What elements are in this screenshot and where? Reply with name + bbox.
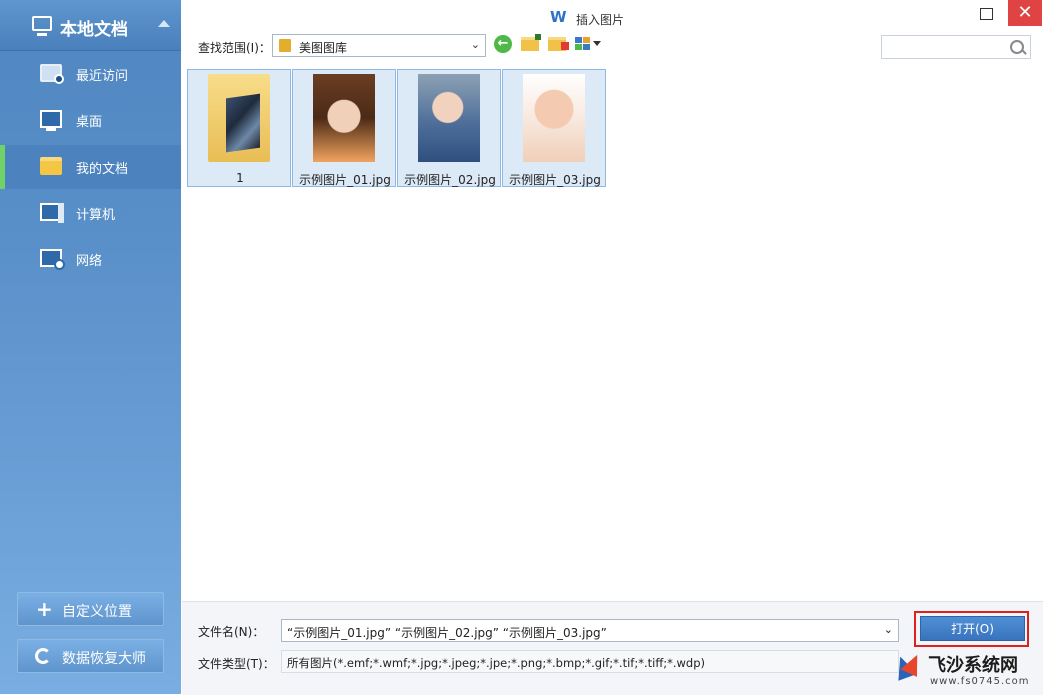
- filename-value: “示例图片_01.jpg” “示例图片_02.jpg” “示例图片_03.jpg…: [287, 626, 607, 640]
- file-name: 示例图片_03.jpg: [509, 173, 601, 187]
- network-icon: [40, 249, 65, 270]
- chevron-down-icon[interactable]: ⌄: [884, 623, 893, 636]
- view-dropdown-arrow-icon[interactable]: [593, 41, 601, 46]
- image-thumbnail: [523, 74, 585, 162]
- view-menu-icon[interactable]: [575, 37, 591, 51]
- image-thumbnail: [418, 74, 480, 162]
- recent-folder-icon: [40, 64, 64, 84]
- sidebar-title: 本地文档: [60, 20, 128, 40]
- filetype-select[interactable]: 所有图片(*.emf;*.wmf;*.jpg;*.jpeg;*.jpe;*.pn…: [281, 650, 899, 673]
- back-icon[interactable]: ←: [494, 35, 512, 53]
- watermark-logo-icon: [890, 650, 926, 684]
- collapse-arrow-icon[interactable]: [158, 20, 170, 27]
- file-name: 1: [236, 171, 244, 185]
- sidebar-item-network[interactable]: 网络: [0, 237, 181, 281]
- window-title: 插入图片: [576, 13, 625, 27]
- file-item-image[interactable]: 示例图片_01.jpg: [292, 69, 396, 187]
- monitor-icon: [32, 16, 52, 36]
- search-input[interactable]: [881, 35, 1031, 59]
- sidebar-item-desktop[interactable]: 桌面: [0, 98, 181, 142]
- recovery-icon: [35, 648, 51, 664]
- filename-field[interactable]: “示例图片_01.jpg” “示例图片_02.jpg” “示例图片_03.jpg…: [281, 619, 899, 642]
- close-button[interactable]: ✕: [1008, 0, 1042, 26]
- sidebar-item-label: 我的文档: [76, 162, 129, 177]
- active-indicator: [0, 145, 5, 189]
- search-field[interactable]: [885, 38, 1009, 58]
- maximize-button[interactable]: [970, 2, 1004, 28]
- image-thumbnail: [313, 74, 375, 162]
- look-in-label: 查找范围(I)：: [198, 41, 271, 55]
- title-bar: W 插入图片 ✕: [182, 0, 1043, 32]
- up-folder-icon[interactable]: [521, 34, 541, 51]
- file-list: 1 示例图片_01.jpg 示例图片_02.jpg 示例图片_03.jpg: [182, 63, 1043, 601]
- sidebar-item-my-documents[interactable]: 我的文档: [0, 145, 181, 189]
- sidebar-item-label: 最近访问: [76, 69, 129, 84]
- watermark-url: www.fs0745.com: [930, 676, 1030, 687]
- file-item-image[interactable]: 示例图片_03.jpg: [502, 69, 606, 187]
- watermark: 飞沙系统网 www.fs0745.com: [888, 648, 1043, 694]
- chevron-down-icon[interactable]: ⌄: [471, 38, 480, 51]
- wps-logo-icon: W: [550, 8, 567, 26]
- sidebar-header[interactable]: 本地文档: [0, 0, 181, 51]
- filetype-value: 所有图片(*.emf;*.wmf;*.jpg;*.jpeg;*.jpe;*.pn…: [287, 656, 706, 670]
- plus-icon: +: [36, 597, 53, 621]
- data-recovery-button[interactable]: 数据恢复大师: [17, 639, 164, 673]
- file-item-folder[interactable]: 1: [187, 69, 291, 187]
- file-name: 示例图片_01.jpg: [299, 173, 391, 187]
- new-folder-icon[interactable]: [548, 37, 569, 51]
- folder-thumbnail-icon: [208, 74, 270, 162]
- file-name: 示例图片_02.jpg: [404, 173, 496, 187]
- sidebar-item-recent[interactable]: 最近访问: [0, 52, 181, 96]
- sidebar-item-label: 计算机: [76, 208, 116, 223]
- desktop-icon: [40, 110, 62, 131]
- open-button[interactable]: 打开(O): [920, 616, 1025, 641]
- sidebar: 本地文档 最近访问 桌面 我的文档 计算机 网络 + 自定义位置 数据恢复大师: [0, 0, 181, 694]
- search-icon[interactable]: [1010, 40, 1024, 54]
- button-label: 自定义位置: [62, 604, 132, 620]
- look-in-dropdown[interactable]: 美图图库 ⌄: [272, 34, 486, 57]
- sidebar-item-computer[interactable]: 计算机: [0, 191, 181, 235]
- sidebar-item-label: 网络: [76, 254, 103, 269]
- computer-icon: [40, 203, 64, 223]
- folder-icon: [279, 39, 291, 52]
- folder-icon: [40, 157, 62, 175]
- sidebar-item-label: 桌面: [76, 115, 103, 130]
- file-item-image[interactable]: 示例图片_02.jpg: [397, 69, 501, 187]
- button-label: 数据恢复大师: [62, 651, 146, 667]
- filename-label: 文件名(N)：: [198, 625, 265, 639]
- custom-location-button[interactable]: + 自定义位置: [17, 592, 164, 626]
- look-in-value: 美图图库: [299, 41, 348, 55]
- filetype-label: 文件类型(T)：: [198, 657, 275, 671]
- watermark-name: 飞沙系统网: [928, 655, 1018, 676]
